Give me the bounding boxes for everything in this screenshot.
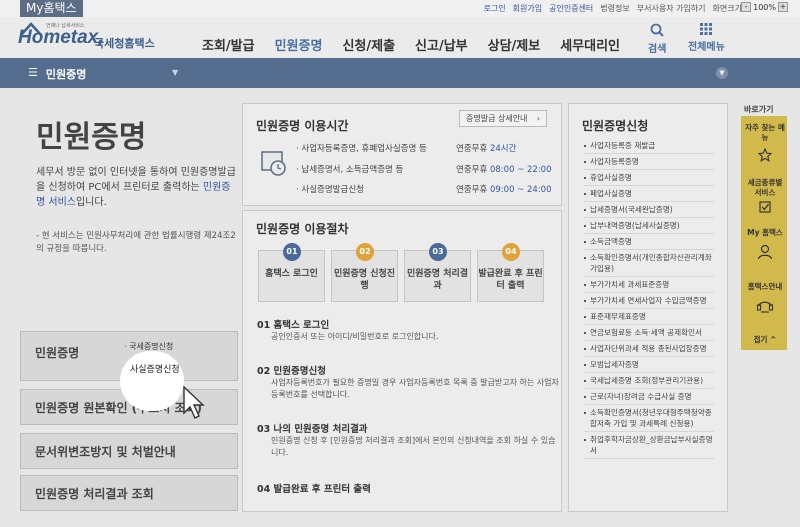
hours-title: 민원증명 이용시간: [256, 119, 349, 133]
procedure-detail-heading: 03 나의 민원증명 처리결과: [257, 424, 368, 435]
list-item[interactable]: 사업자등록증 재발급: [584, 138, 714, 154]
section-menu[interactable]: ☰ 민원증명: [28, 66, 86, 82]
procedure-detail-text: 공인인증서 또는 아이디/비밀번호로 로그인합니다.: [271, 332, 439, 341]
procedure-detail-heading: 01 홈택스 로그인: [257, 320, 330, 331]
user-icon: [757, 244, 773, 260]
cert-center-link[interactable]: 공인인증센터: [549, 0, 593, 17]
list-item[interactable]: 소득확인증명서(청년우대형주택청약종합저축 가입 및 과세특례 신청용): [584, 405, 714, 432]
hours-row-time: 연중무휴 08:00 ~ 22:00: [456, 165, 552, 175]
list-item[interactable]: 표준재무제표증명: [584, 309, 714, 325]
grid-icon: [700, 23, 713, 35]
original-verify-label: 민원증명 원본확인 (수요처 조회): [35, 401, 203, 415]
certificate-list: 사업자등록증 재발급 사업자등록증명 휴업사실증명 폐업사실증명 납세증명서(국…: [584, 138, 714, 459]
checkbox-icon: [759, 201, 771, 213]
top-utility-bar: My홈택스 로그인 회원가입 공인인증센터 법령정보 부서사용자 가입하기 화면…: [0, 0, 800, 17]
hours-row-label: · 사실증명발급신청: [296, 185, 364, 195]
search-label: 검색: [648, 44, 667, 55]
regulation-note: - 현 서비스는 민원사무처리에 관한 법률시행령 제24조2의 규정을 따릅니…: [36, 231, 236, 254]
law-info-link[interactable]: 법령정보: [600, 0, 629, 17]
zoom-out-button[interactable]: -: [741, 2, 752, 12]
page-description: 세무서 방문 없이 인터넷을 통하여 민원증명발급을 신청하여 PC에서 프린터…: [36, 167, 236, 208]
my-hometax-tab[interactable]: My홈택스: [20, 0, 83, 17]
section-bar: ☰ 민원증명 ▼ ▼: [0, 58, 800, 88]
hours-row-label: · 납세증명서, 소득금액증명 등: [296, 165, 404, 175]
search-icon: [650, 23, 664, 37]
main-header: 언제나 납세서비스 Hometax, 국세청홈택스 조회/발급 민원증명 신청/…: [0, 17, 800, 61]
list-item[interactable]: 취업후학자금상환_상환금납부사실증명서: [584, 432, 714, 459]
forgery-prevention-button[interactable]: 문서위변조방지 및 처벌안내: [20, 433, 238, 469]
list-item[interactable]: 폐업사실증명: [584, 186, 714, 202]
list-item[interactable]: 근로(자녀)장려금 수급사실 증명: [584, 389, 714, 405]
page-title: 민원증명: [36, 120, 147, 155]
zoom-control: - 100% +: [741, 2, 788, 12]
list-item[interactable]: 납부내역증명(납세사실증명): [584, 218, 714, 234]
list-item[interactable]: 납세증명서(국세완납증명): [584, 202, 714, 218]
quick-fold-button[interactable]: 접기 ^: [745, 335, 785, 345]
process-result-button[interactable]: 민원증명 처리결과 조회: [20, 475, 238, 511]
dept-user-signup-link[interactable]: 부서사용자 가입하기: [637, 0, 706, 17]
quick-tax-type-service[interactable]: 세금종류별 서비스: [745, 178, 785, 216]
list-item[interactable]: 모범납세자증명: [584, 357, 714, 373]
dropdown-arrow-icon[interactable]: ▼: [172, 68, 178, 77]
procedure-title: 민원증명 이용절차: [256, 222, 349, 236]
all-menu-label: 전체메뉴: [688, 42, 725, 53]
section-title: 민원증명: [45, 68, 87, 81]
list-item[interactable]: 소득금액증명: [584, 234, 714, 250]
mouse-cursor-icon: [183, 385, 205, 419]
clock-calendar-icon: [261, 151, 286, 176]
zoom-in-button[interactable]: +: [778, 2, 788, 12]
search-button[interactable]: 검색: [648, 23, 666, 55]
list-item[interactable]: 연금보험료등 소득·세액 공제확인서: [584, 325, 714, 341]
logo-wordmark: Hometax,: [18, 27, 104, 48]
logo-subtitle: 국세청홈택스: [94, 37, 155, 50]
list-item[interactable]: 사업자등록증명: [584, 154, 714, 170]
list-item[interactable]: 부가가치세 면세사업자 수입금액증명: [584, 293, 714, 309]
procedure-step: 04 발급완료 후 프린터 출력: [477, 243, 544, 302]
procedure-detail-heading: 04 발급완료 후 프린터 출력: [257, 484, 371, 495]
detail-guide-button[interactable]: 증명발급 상세안내 ›: [459, 110, 547, 127]
star-icon: [757, 147, 773, 162]
list-item[interactable]: 국세납세증명 조회(정부관리기관용): [584, 373, 714, 389]
quick-hometax-guide[interactable]: 홈택스안내: [745, 282, 785, 317]
quick-links-title: 바로가기: [744, 105, 774, 114]
civil-certificate-label: 민원증명: [35, 346, 80, 360]
expand-circle-icon[interactable]: ▼: [716, 67, 728, 79]
quick-my-hometax[interactable]: My 홈택스: [745, 228, 785, 263]
procedure-step: 02 민원증명 신청진행: [331, 243, 398, 302]
list-item[interactable]: 소득확인증명서(개인종합자산관리계좌 가입용): [584, 250, 714, 277]
certificate-list-title: 민원증명신청: [582, 119, 649, 133]
hours-row-label: · 사업자등록증명, 휴폐업사실증명 등: [296, 144, 427, 154]
hours-row-time: 연중무휴 24시간: [456, 144, 517, 154]
process-result-label: 민원증명 처리결과 조회: [35, 487, 154, 501]
procedure-detail-text: 사업자등록번호가 필요한 증명일 경우 사업자등록번호 목록 중 발급받고자 하…: [271, 378, 559, 399]
signup-link[interactable]: 회원가입: [513, 0, 542, 17]
submenu-item-fact-certificate[interactable]: 사실증명신청: [130, 362, 180, 375]
help-desk-icon: [756, 301, 774, 313]
click-highlight: [120, 351, 184, 411]
forgery-prevention-label: 문서위변조방지 및 처벌안내: [35, 445, 176, 459]
procedure-step: 03 민원증명 처리결과: [404, 243, 471, 302]
all-menu-button[interactable]: 전체메뉴: [688, 23, 725, 53]
hometax-logo[interactable]: 언제나 납세서비스 Hometax, 국세청홈택스: [18, 22, 158, 54]
list-item[interactable]: 사업자단위과세 적용 종된사업장증명: [584, 341, 714, 357]
login-link[interactable]: 로그인: [484, 0, 506, 17]
list-item[interactable]: 부가가치세 과세표준증명: [584, 277, 714, 293]
procedure-detail-text: 민원증명 신청 후 [민원증명 처리결과 조회]에서 본인의 신청내역을 조회 …: [271, 436, 556, 457]
procedure-detail-heading: 02 민원증명신청: [257, 366, 326, 377]
screen-size-label: 화면크기: [712, 4, 742, 13]
zoom-level: 100%: [753, 2, 776, 12]
hamburger-icon: ☰: [28, 66, 38, 79]
quick-frequent-menu[interactable]: 자주 찾는 메뉴: [745, 123, 785, 165]
utility-links: 로그인 회원가입 공인인증센터 법령정보 부서사용자 가입하기 화면크기: [484, 0, 742, 17]
list-item[interactable]: 휴업사실증명: [584, 170, 714, 186]
hours-row-time: 연중무휴 09:00 ~ 24:00: [456, 185, 552, 195]
procedure-step: 01 홈택스 로그인: [258, 243, 325, 302]
